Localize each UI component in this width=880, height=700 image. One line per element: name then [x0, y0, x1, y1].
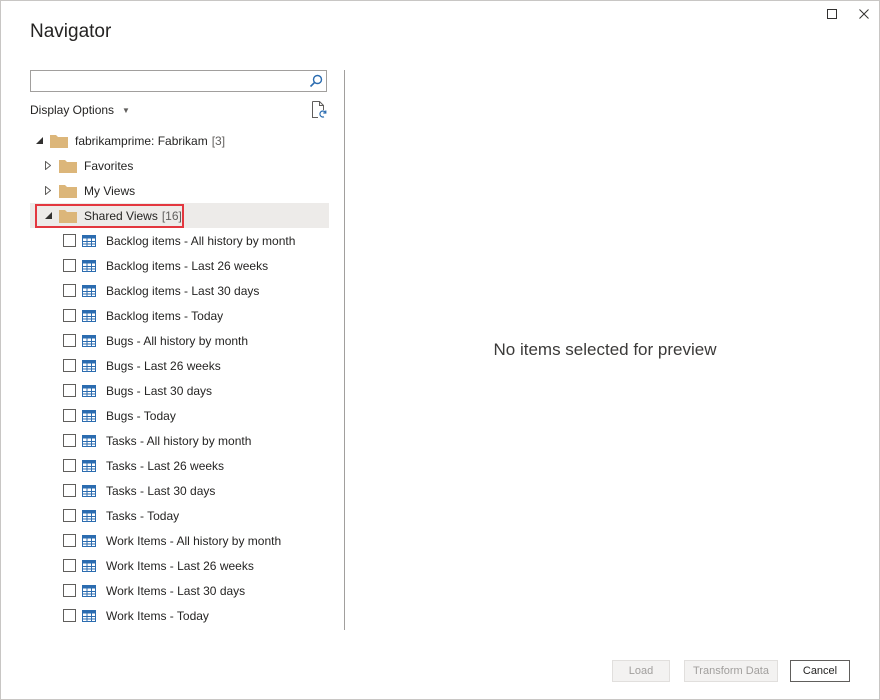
table-icon	[82, 484, 96, 497]
tree-node-count: [16]	[161, 208, 182, 223]
search-input[interactable]	[31, 71, 313, 91]
list-item[interactable]: Backlog items - All history by month	[63, 228, 295, 253]
maximize-button[interactable]	[821, 4, 843, 24]
tree-node-label: fabrikamprime: Fabrikam	[75, 133, 208, 148]
tree-node-my-views[interactable]: My Views	[43, 178, 135, 203]
list-item-label: Backlog items - Last 30 days	[106, 283, 260, 298]
table-icon	[82, 259, 96, 272]
list-item[interactable]: Bugs - All history by month	[63, 328, 248, 353]
collapse-triangle-icon[interactable]	[34, 136, 44, 146]
list-item[interactable]: Work Items - Last 30 days	[63, 578, 245, 603]
close-icon	[859, 9, 869, 19]
list-item-label: Backlog items - Today	[106, 308, 224, 323]
list-item[interactable]: Bugs - Last 26 weeks	[63, 353, 221, 378]
tree-node-root[interactable]: fabrikamprime: Fabrikam [3]	[34, 128, 225, 153]
list-item[interactable]: Backlog items - Last 26 weeks	[63, 253, 268, 278]
item-checkbox[interactable]	[63, 534, 76, 547]
list-item-label: Backlog items - All history by month	[106, 233, 296, 248]
item-checkbox[interactable]	[63, 309, 76, 322]
list-item[interactable]: Tasks - All history by month	[63, 428, 251, 453]
table-icon	[82, 409, 96, 422]
table-icon	[82, 509, 96, 522]
table-icon	[82, 309, 96, 322]
tree-node-label: Shared Views	[84, 208, 158, 223]
table-icon	[82, 534, 96, 547]
folder-icon	[59, 184, 77, 198]
tree-node-favorites[interactable]: Favorites	[43, 153, 133, 178]
list-item[interactable]: Work Items - All history by month	[63, 528, 281, 553]
list-item[interactable]: Work Items - Last 26 weeks	[63, 553, 254, 578]
list-item[interactable]: Tasks - Last 30 days	[63, 478, 215, 503]
list-item-label: Tasks - All history by month	[106, 433, 252, 448]
list-item[interactable]: Backlog items - Last 30 days	[63, 278, 259, 303]
list-item-label: Tasks - Today	[106, 508, 180, 523]
maximize-icon	[827, 9, 837, 19]
list-item-label: Bugs - Last 30 days	[106, 383, 213, 398]
expand-triangle-icon[interactable]	[43, 161, 53, 171]
list-item[interactable]: Backlog items - Today	[63, 303, 223, 328]
table-icon	[82, 584, 96, 597]
list-item-label: Work Items - Today	[106, 608, 209, 623]
item-checkbox[interactable]	[63, 509, 76, 522]
chevron-down-icon: ▼	[122, 105, 130, 115]
dialog-title: Navigator	[30, 21, 112, 42]
item-checkbox[interactable]	[63, 584, 76, 597]
item-checkbox[interactable]	[63, 259, 76, 272]
item-checkbox[interactable]	[63, 609, 76, 622]
item-checkbox[interactable]	[63, 434, 76, 447]
list-item-label: Backlog items - Last 26 weeks	[106, 258, 269, 273]
item-checkbox[interactable]	[63, 409, 76, 422]
table-icon	[82, 434, 96, 447]
table-icon	[82, 334, 96, 347]
table-icon	[82, 609, 96, 622]
folder-icon	[50, 134, 68, 148]
list-item[interactable]: Work Items - Today	[63, 603, 209, 628]
close-button[interactable]	[853, 4, 875, 24]
list-item-label: Tasks - Last 30 days	[106, 483, 216, 498]
preview-empty-message: No items selected for preview	[493, 340, 717, 359]
table-icon	[82, 559, 96, 572]
list-item-label: Bugs - Last 26 weeks	[106, 358, 221, 373]
list-item-label: Work Items - Last 26 weeks	[106, 558, 254, 573]
item-checkbox[interactable]	[63, 284, 76, 297]
table-icon	[82, 384, 96, 397]
transform-data-button[interactable]: Transform Data	[684, 660, 778, 682]
tree-node-label: Favorites	[84, 158, 134, 173]
list-item[interactable]: Tasks - Last 26 weeks	[63, 453, 224, 478]
display-options-label: Display Options	[30, 103, 115, 117]
table-icon	[82, 359, 96, 372]
list-item[interactable]: Bugs - Last 30 days	[63, 378, 212, 403]
item-checkbox[interactable]	[63, 234, 76, 247]
item-checkbox[interactable]	[63, 334, 76, 347]
list-item-label: Work Items - Last 30 days	[106, 583, 246, 598]
tree-node-shared-views[interactable]: Shared Views [16]	[30, 203, 329, 228]
list-item-label: Work Items - All history by month	[106, 533, 282, 548]
list-item-label: Tasks - Last 26 weeks	[106, 458, 225, 473]
item-checkbox[interactable]	[63, 459, 76, 472]
collapse-triangle-icon[interactable]	[43, 211, 53, 221]
item-checkbox[interactable]	[63, 559, 76, 572]
item-checkbox[interactable]	[63, 359, 76, 372]
cancel-button[interactable]: Cancel	[790, 660, 850, 682]
folder-icon	[59, 209, 77, 223]
folder-icon	[59, 159, 77, 173]
item-checkbox[interactable]	[63, 384, 76, 397]
list-item[interactable]: Bugs - Today	[63, 403, 176, 428]
list-item-label: Bugs - All history by month	[106, 333, 249, 348]
load-button[interactable]: Load	[612, 660, 670, 682]
search-box	[30, 70, 327, 92]
list-item[interactable]: Tasks - Today	[63, 503, 179, 528]
item-checkbox[interactable]	[63, 484, 76, 497]
refresh-button[interactable]	[311, 101, 327, 124]
table-icon	[82, 284, 96, 297]
search-icon[interactable]	[309, 74, 323, 93]
refresh-document-icon	[312, 101, 327, 118]
expand-triangle-icon[interactable]	[43, 186, 53, 196]
list-item-label: Bugs - Today	[106, 408, 176, 423]
tree-node-count: [3]	[211, 133, 226, 148]
table-icon	[82, 234, 96, 247]
display-options-dropdown[interactable]: Display Options ▼	[30, 103, 130, 117]
table-icon	[82, 459, 96, 472]
tree-node-label: My Views	[84, 183, 136, 198]
